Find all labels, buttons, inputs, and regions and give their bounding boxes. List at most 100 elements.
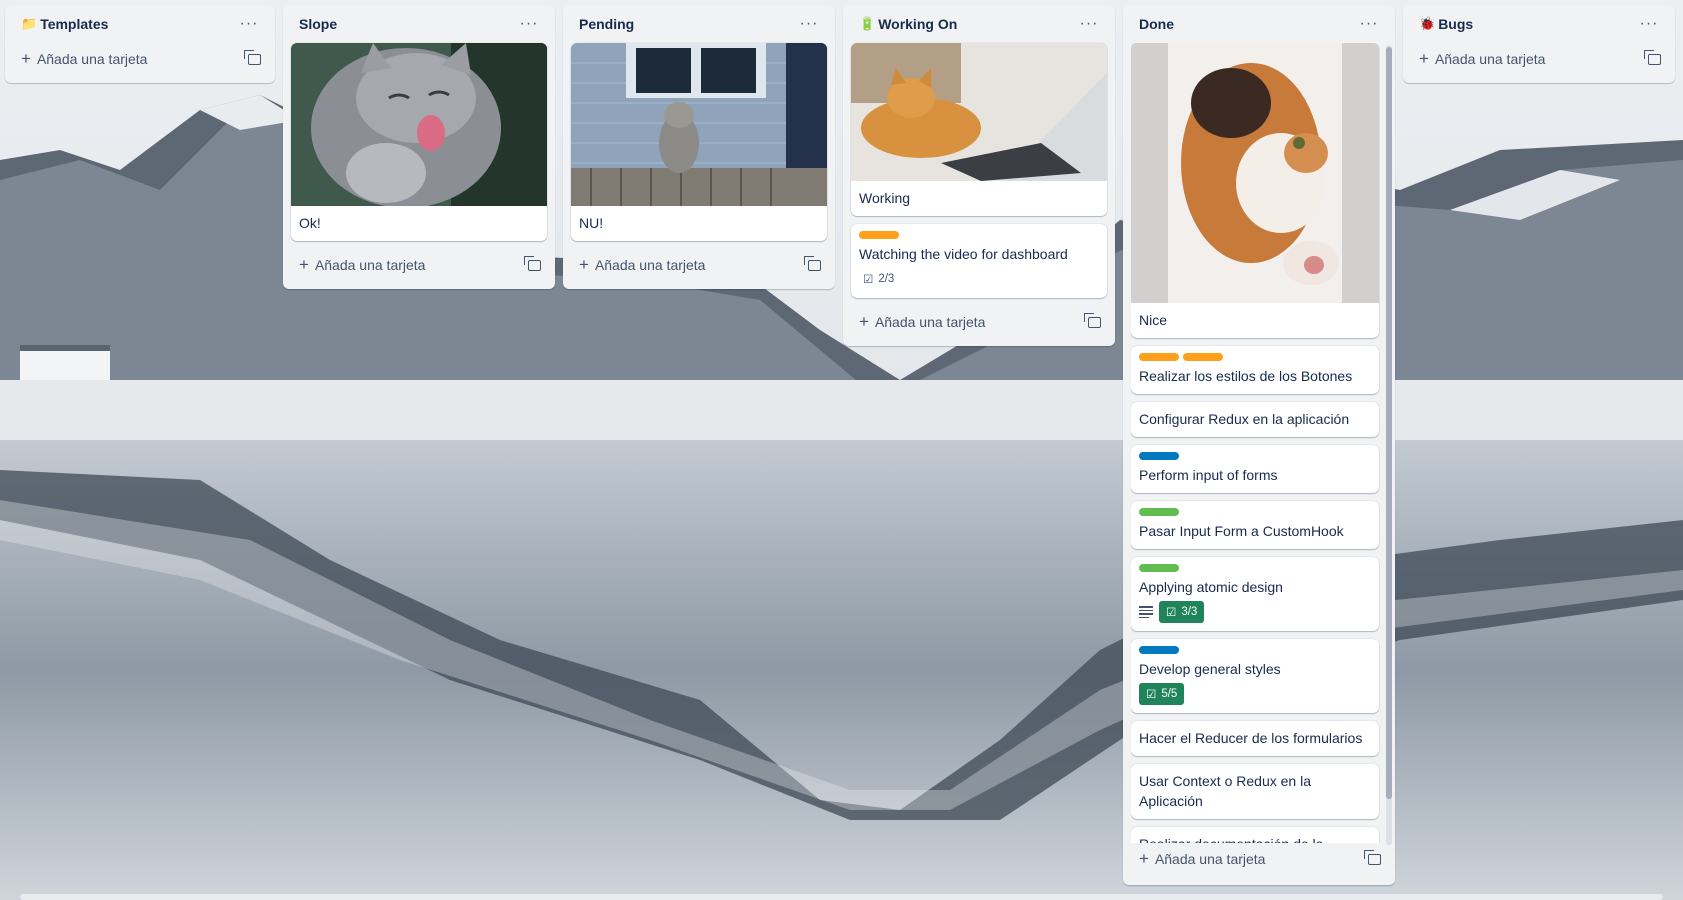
create-from-template-icon[interactable]	[1364, 849, 1381, 865]
list-slope: Slope ··· Ok! + Añada una tarjeta	[283, 5, 555, 289]
checklist-badge: ☑ 5/5	[1139, 683, 1185, 705]
add-card-button[interactable]: + Añada una tarjeta	[1131, 843, 1387, 875]
card[interactable]: Develop general styles ☑ 5/5	[1131, 639, 1379, 713]
card-cover-image	[1131, 43, 1379, 303]
card[interactable]: Usar Context o Redux en la Aplicación	[1131, 764, 1379, 819]
label-orange[interactable]	[859, 231, 899, 239]
card-title: Pasar Input Form a CustomHook	[1139, 523, 1344, 539]
card[interactable]: Perform input of forms	[1131, 445, 1379, 493]
list-title[interactable]: 📁 Templates	[21, 16, 108, 32]
card[interactable]: Realizar los estilos de los Botones	[1131, 346, 1379, 394]
card[interactable]: Working	[851, 43, 1107, 216]
card[interactable]: Applying atomic design ☑ 3/3	[1131, 557, 1379, 631]
checklist-icon: ☑	[863, 274, 874, 286]
ladybug-icon: 🐞	[1419, 16, 1436, 31]
card-title: Configurar Redux en la aplicación	[1139, 411, 1350, 427]
board-horizontal-scrollbar[interactable]	[20, 894, 1663, 900]
label-orange[interactable]	[1183, 353, 1223, 361]
add-card-button[interactable]: + Añada una tarjeta	[13, 43, 267, 75]
card[interactable]: Pasar Input Form a CustomHook	[1131, 501, 1379, 549]
card-title: Applying atomic design	[1139, 579, 1283, 595]
list-title[interactable]: Done	[1139, 16, 1174, 32]
add-card-label: Añada una tarjeta	[314, 257, 426, 273]
list-menu-button[interactable]: ···	[795, 16, 823, 32]
list-title[interactable]: 🐞 Bugs	[1419, 16, 1473, 32]
card-labels	[1139, 508, 1371, 516]
add-card-button[interactable]: + Añada una tarjeta	[1411, 43, 1667, 75]
card-title: Ok!	[299, 215, 321, 231]
add-card-label: Añada una tarjeta	[594, 257, 706, 273]
plus-icon: +	[579, 255, 589, 274]
card-badges: ☑ 3/3	[1139, 601, 1371, 623]
create-from-template-icon[interactable]	[1644, 49, 1661, 65]
card-labels	[1139, 452, 1371, 460]
list-menu-button[interactable]: ···	[235, 16, 263, 32]
plus-icon: +	[299, 255, 309, 274]
label-blue[interactable]	[1139, 452, 1179, 460]
list-title[interactable]: 🔋 Working On	[859, 16, 957, 32]
card-labels	[1139, 564, 1371, 572]
add-card-button[interactable]: + Añada una tarjeta	[851, 306, 1107, 338]
list-menu-button[interactable]: ···	[1075, 16, 1103, 32]
checklist-icon: ☑	[1166, 607, 1177, 619]
list-menu-button[interactable]: ···	[1355, 16, 1383, 32]
create-from-template-icon[interactable]	[1084, 312, 1101, 328]
create-from-template-icon[interactable]	[524, 255, 541, 271]
card[interactable]: Ok!	[291, 43, 547, 241]
checklist-badge: ☑ 2/3	[859, 268, 898, 290]
label-orange[interactable]	[1139, 353, 1179, 361]
card-cover-image	[571, 43, 827, 206]
card-labels	[1139, 353, 1371, 361]
card-title: Usar Context o Redux en la Aplicación	[1139, 773, 1311, 809]
card-title: Working	[859, 190, 911, 206]
checklist-count: 3/3	[1181, 606, 1198, 618]
label-green[interactable]	[1139, 564, 1179, 572]
list-title-text: Templates	[40, 16, 109, 32]
plus-icon: +	[21, 49, 31, 68]
board: 📁 Templates ··· + Añada una tarjeta Slop…	[0, 0, 1683, 900]
list-title-text: Done	[1139, 16, 1174, 32]
battery-icon: 🔋	[859, 16, 876, 31]
create-from-template-icon[interactable]	[244, 49, 261, 65]
list-title-text: Pending	[579, 16, 635, 32]
card-badges: ☑ 5/5	[1139, 683, 1371, 705]
card-badges: ☑ 2/3	[859, 268, 1099, 290]
list-header: 📁 Templates ···	[13, 5, 267, 43]
label-green[interactable]	[1139, 508, 1179, 516]
list-title-text: Bugs	[1438, 16, 1474, 32]
card[interactable]: Hacer el Reducer de los formularios	[1131, 721, 1379, 756]
list-menu-button[interactable]: ···	[1635, 16, 1663, 32]
checklist-count: 2/3	[878, 273, 895, 285]
list-pending: Pending ··· NU! + Añada una tarjeta	[563, 5, 835, 289]
list-done: Done ··· Nice Realizar los estilos de lo…	[1123, 5, 1395, 885]
plus-icon: +	[859, 312, 869, 331]
label-blue[interactable]	[1139, 646, 1179, 654]
list-header: 🔋 Working On ···	[851, 5, 1107, 43]
card[interactable]: Realizar documentación de la implementac…	[1131, 827, 1379, 843]
card[interactable]: NU!	[571, 43, 827, 241]
list-scrollbar-thumb[interactable]	[1386, 47, 1392, 799]
list-header: Pending ···	[571, 5, 827, 43]
add-card-label: Añada una tarjeta	[36, 51, 148, 67]
add-card-button[interactable]: + Añada una tarjeta	[571, 249, 827, 281]
card[interactable]: Watching the video for dashboard ☑ 2/3	[851, 224, 1107, 298]
list-title[interactable]: Slope	[299, 16, 337, 32]
add-card-button[interactable]: + Añada una tarjeta	[291, 249, 547, 281]
list-bugs: 🐞 Bugs ··· + Añada una tarjeta	[1403, 5, 1675, 83]
list-menu-button[interactable]: ···	[515, 16, 543, 32]
create-from-template-icon[interactable]	[804, 255, 821, 271]
card-title: Hacer el Reducer de los formularios	[1139, 730, 1363, 746]
card-labels	[1139, 646, 1371, 654]
list-templates: 📁 Templates ··· + Añada una tarjeta	[5, 5, 275, 83]
list-header: Done ···	[1131, 5, 1387, 43]
card[interactable]: Configurar Redux en la aplicación	[1131, 402, 1379, 437]
checklist-count: 5/5	[1161, 688, 1178, 700]
card-labels	[859, 231, 1099, 239]
card-cover-image	[851, 43, 1107, 181]
list-title[interactable]: Pending	[579, 16, 634, 32]
list-header: 🐞 Bugs ···	[1411, 5, 1667, 43]
card[interactable]: Nice	[1131, 43, 1379, 338]
folder-icon: 📁	[21, 16, 38, 31]
card-title: NU!	[579, 215, 604, 231]
card-title: Watching the video for dashboard	[859, 246, 1068, 262]
